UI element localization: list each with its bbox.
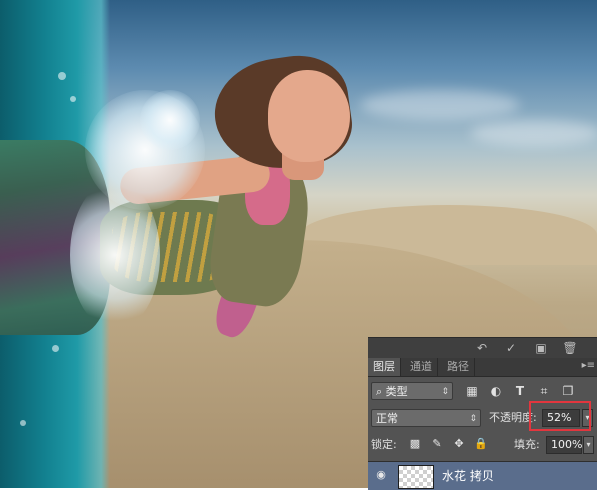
eye-icon[interactable]: ◉ — [374, 468, 388, 482]
water-bubble — [70, 96, 76, 102]
blend-mode-select[interactable]: 正常 ⇕ — [371, 409, 481, 427]
figure-face — [268, 70, 350, 162]
lock-row: 锁定: ▩ ✎ ✥ 🔒 填充: 100% ▾ — [368, 435, 597, 457]
water-splash — [140, 90, 200, 150]
fill-input[interactable]: 100% — [546, 436, 582, 454]
smart-object-filter-icon[interactable]: ❐ — [560, 383, 576, 399]
lock-transparent-pixels-icon[interactable]: ▩ — [408, 435, 422, 453]
layer-row[interactable]: ◉ 水花 拷贝 — [368, 461, 597, 490]
type-filter-icon[interactable]: T — [512, 383, 528, 399]
panel-tabs: 图层 通道 路径 ▸≡ — [368, 358, 597, 377]
water-splash — [70, 180, 160, 330]
tab-channels[interactable]: 通道 — [405, 358, 438, 376]
sky-cloud — [360, 90, 520, 120]
search-icon: ⌕ — [376, 385, 383, 398]
trash-icon[interactable]: 🗑 — [562, 340, 578, 356]
tab-layers[interactable]: 图层 — [368, 358, 401, 376]
water-bubble — [52, 345, 59, 352]
fill-stepper[interactable]: ▾ — [583, 436, 594, 454]
blend-mode-value: 正常 — [376, 412, 398, 425]
adjustment-filter-icon[interactable]: ◐ — [488, 383, 504, 399]
water-bubble — [20, 420, 26, 426]
checkmark-icon[interactable]: ✓ — [503, 340, 519, 356]
layers-panel: ↶ ✓ ▣ 🗑 图层 通道 路径 ▸≡ ⌕ 类型 ⇕ ▦ ◐ T ⌗ ❐ 正常 … — [368, 337, 597, 490]
lock-image-pixels-icon[interactable]: ✎ — [430, 435, 444, 453]
water-bubble — [58, 72, 66, 80]
lock-all-icon[interactable]: 🔒 — [474, 435, 488, 453]
layer-name[interactable]: 水花 拷贝 — [442, 467, 494, 485]
kind-filter-value: 类型 — [385, 385, 408, 398]
lock-label: 锁定: — [371, 438, 397, 451]
layer-thumbnail — [398, 465, 434, 489]
new-doc-icon[interactable]: ▣ — [533, 340, 549, 356]
shape-filter-icon[interactable]: ⌗ — [536, 383, 552, 399]
filter-row: ⌕ 类型 ⇕ ▦ ◐ T ⌗ ❐ — [368, 379, 597, 403]
fill-label: 填充: — [514, 438, 540, 451]
tab-paths[interactable]: 路径 — [442, 358, 475, 376]
sky-cloud — [470, 120, 597, 146]
lock-position-icon[interactable]: ✥ — [452, 435, 466, 453]
updown-arrows-icon: ⇕ — [469, 414, 477, 424]
undo-icon[interactable]: ↶ — [474, 340, 490, 356]
updown-arrows-icon: ⇕ — [441, 387, 449, 397]
panel-menu-icon[interactable]: ▸≡ — [582, 360, 595, 371]
image-filter-icon[interactable]: ▦ — [464, 383, 480, 399]
highlight-box — [529, 401, 591, 431]
kind-filter-select[interactable]: ⌕ 类型 ⇕ — [371, 382, 453, 400]
panel-toolbar: ↶ ✓ ▣ 🗑 — [368, 338, 597, 358]
